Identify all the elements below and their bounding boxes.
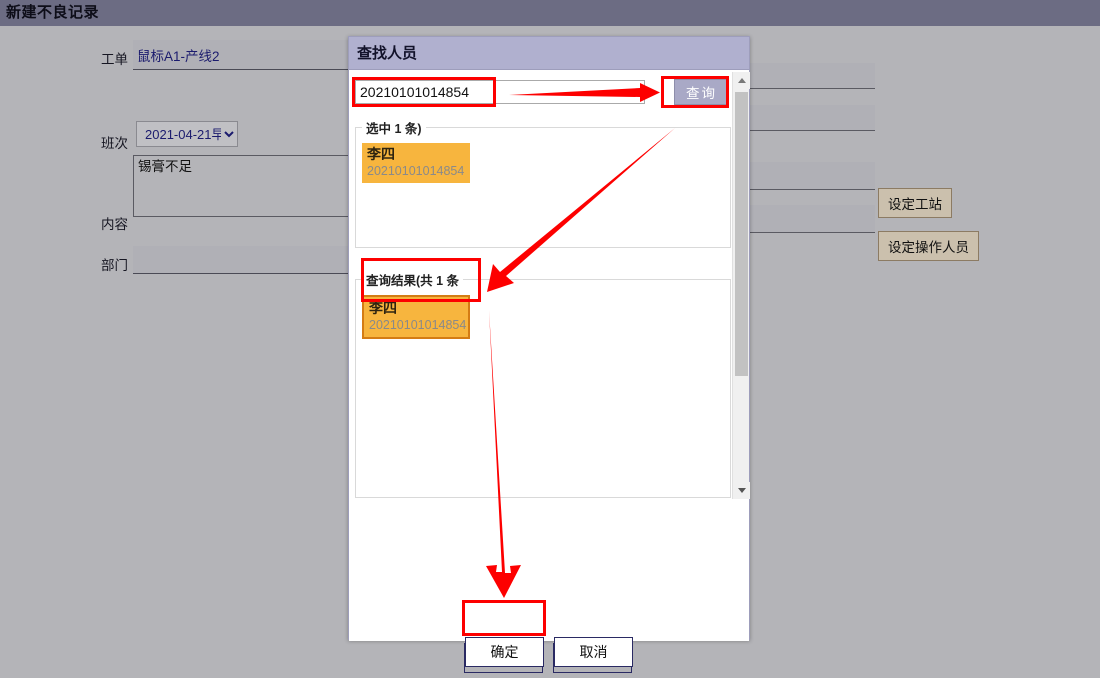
triangle-down-icon[interactable] (733, 482, 750, 499)
right-field-1[interactable] (745, 63, 875, 89)
content-textarea[interactable]: 锡膏不足 (133, 155, 357, 217)
shift-label: 班次 (101, 136, 128, 151)
search-input[interactable] (355, 80, 645, 104)
page-title: 新建不良记录 (0, 0, 1100, 26)
dialog-title: 查找人员 (349, 37, 749, 70)
selected-person-card[interactable]: 李四 20210101014854 (362, 143, 470, 183)
dialog-scrollbar[interactable] (732, 72, 750, 499)
set-station-button[interactable]: 设定工站 (878, 188, 952, 218)
content-label: 内容 (101, 217, 128, 232)
selected-section-legend: 选中 1 条) (366, 122, 422, 136)
person-name: 李四 (369, 300, 397, 316)
work-order-label: 工单 (101, 52, 128, 67)
department-field[interactable] (133, 246, 357, 274)
person-name: 李四 (367, 146, 395, 162)
query-button[interactable]: 查询 (674, 79, 729, 105)
selected-persons-section: 选中 1 条) 李四 20210101014854 (355, 118, 731, 248)
dialog-cancel-button[interactable]: 取消 (554, 637, 633, 667)
dialog-body: 查询 选中 1 条) 李四 20210101014854 查询结果(共 1 条 … (349, 70, 750, 667)
set-operator-button[interactable]: 设定操作人员 (878, 231, 979, 261)
dialog-ok-button[interactable]: 确定 (465, 637, 544, 667)
scrollbar-thumb[interactable] (735, 92, 748, 376)
result-person-card[interactable]: 李四 20210101014854 (362, 295, 470, 339)
person-id: 20210101014854 (367, 164, 465, 178)
find-person-dialog: 查找人员 查询 选中 1 条) 李四 20210101014854 查询结果(共… (348, 36, 750, 667)
person-id: 20210101014854 (369, 318, 467, 332)
right-field-2[interactable] (745, 105, 875, 131)
results-section-legend: 查询结果(共 1 条 (366, 274, 460, 288)
search-row: 查询 (355, 77, 731, 109)
triangle-up-icon[interactable] (733, 72, 750, 89)
shift-select[interactable]: 2021-04-21早 (136, 121, 238, 147)
department-label: 部门 (101, 258, 128, 273)
query-results-section: 查询结果(共 1 条 李四 20210101014854 (355, 270, 731, 498)
